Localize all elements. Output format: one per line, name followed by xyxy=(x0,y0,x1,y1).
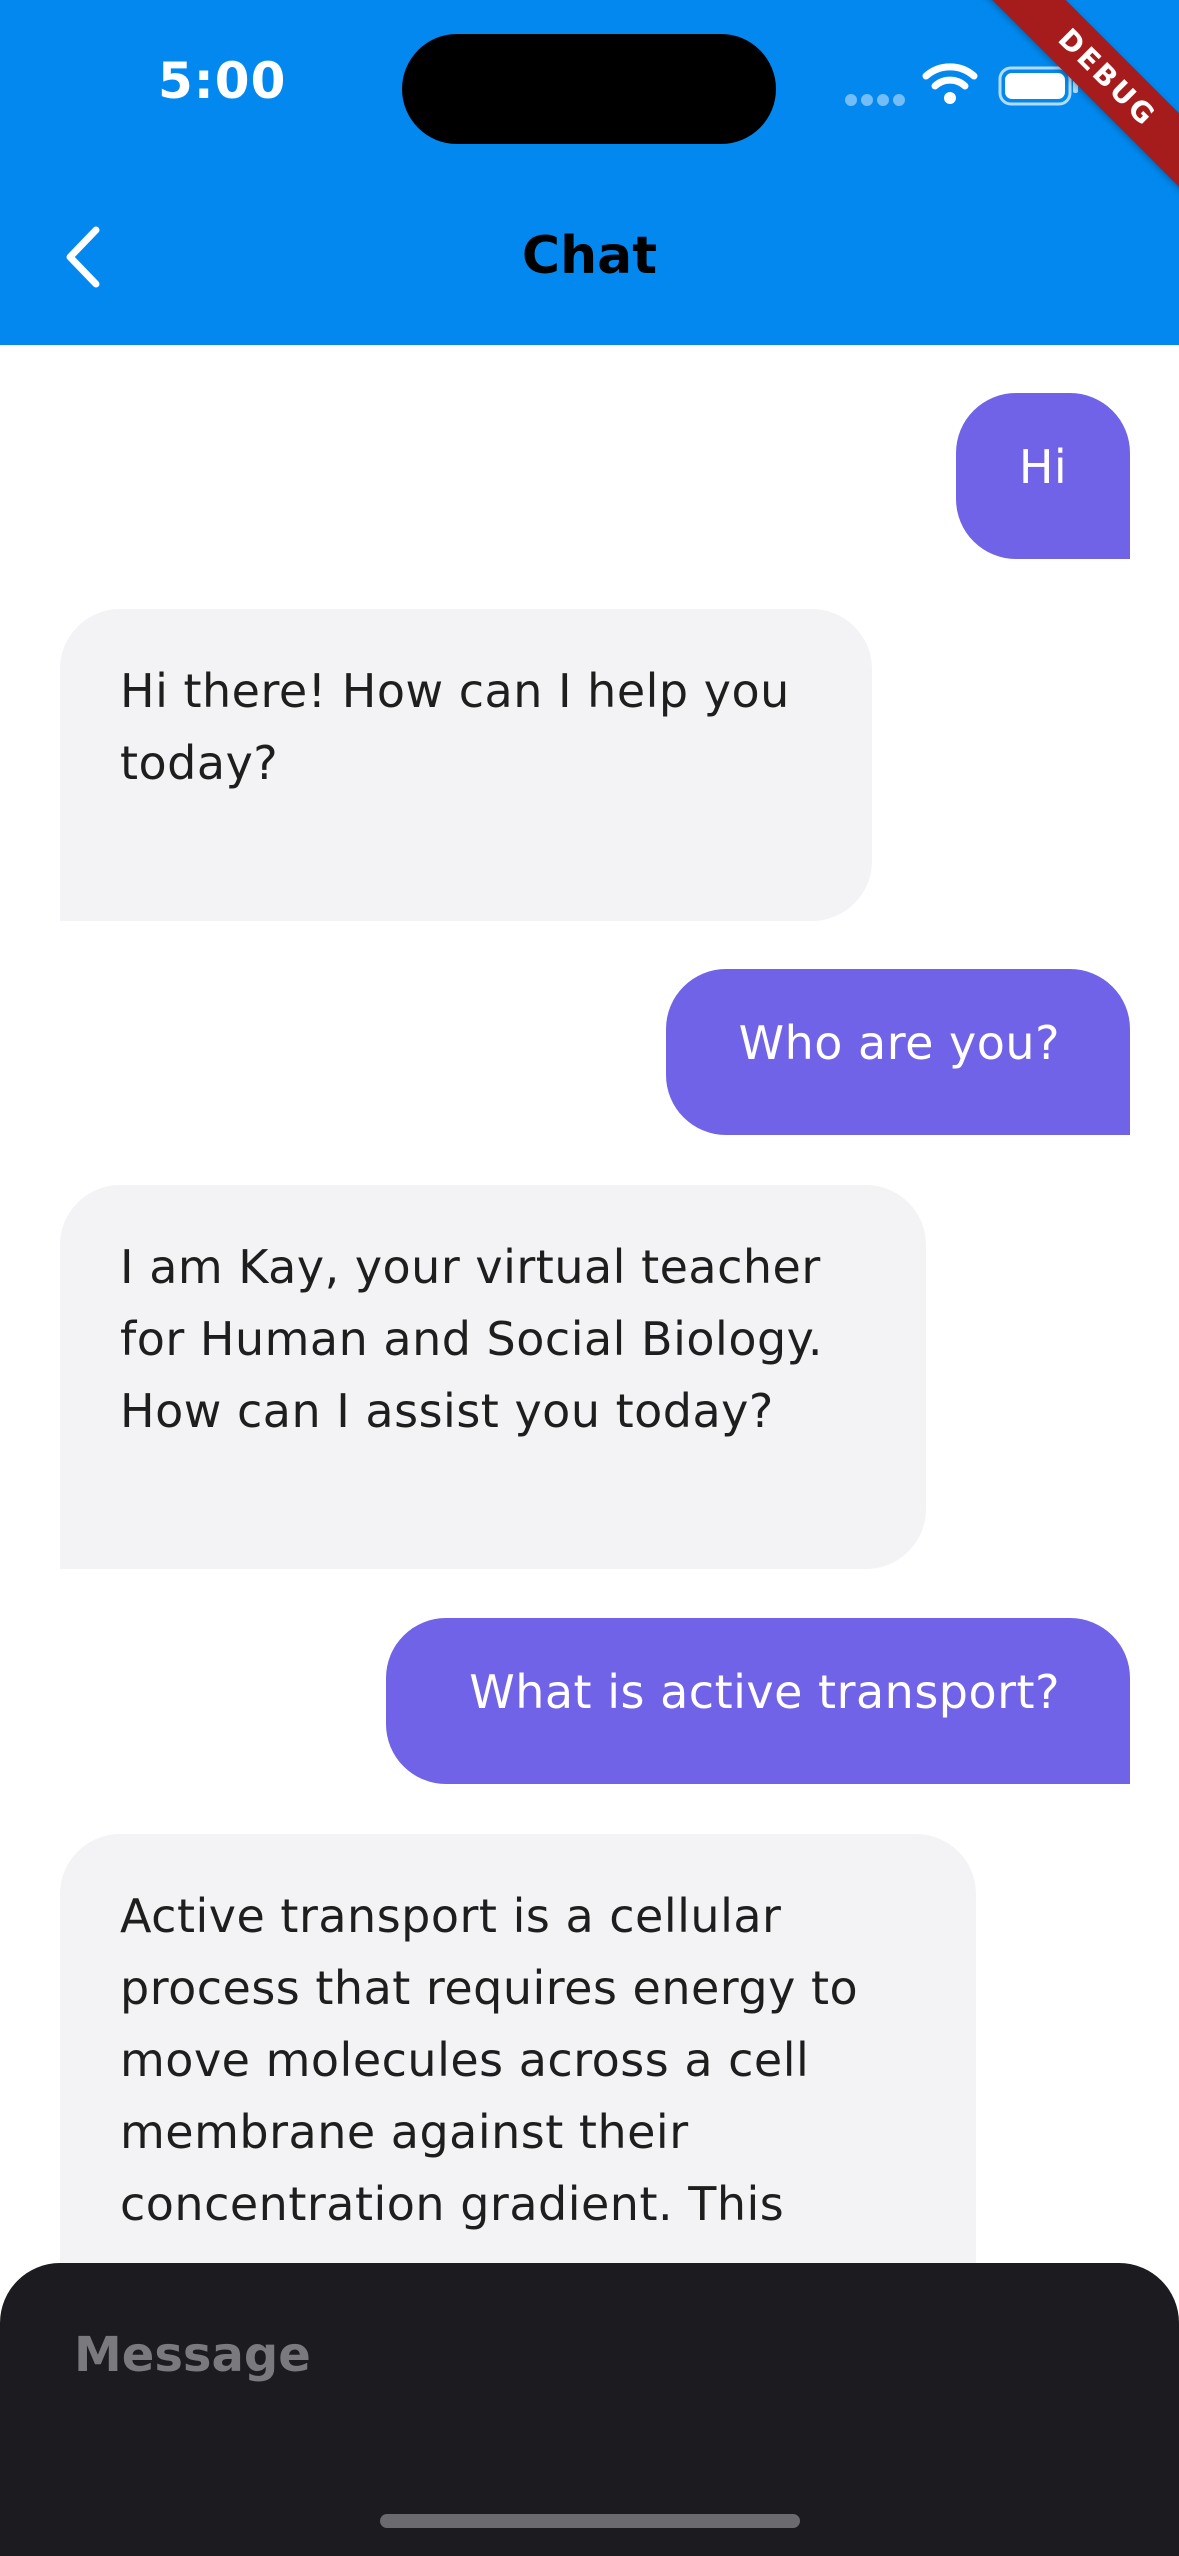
home-indicator xyxy=(380,2514,800,2528)
wifi-icon xyxy=(922,63,978,104)
dynamic-island xyxy=(402,34,776,144)
message-input[interactable]: Message xyxy=(74,2327,311,2383)
assistant-message-bubble: I am Kay, your virtual teacher for Human… xyxy=(60,1185,926,1569)
status-time: 5:00 xyxy=(158,52,287,110)
app-bar: 5:00 DEBUG Chat xyxy=(0,0,1179,345)
user-message-bubble: What is active transport? xyxy=(386,1618,1130,1784)
message-composer: Message xyxy=(0,2263,1179,2556)
page-title: Chat xyxy=(521,226,658,286)
assistant-message-bubble: Hi there! How can I help you today? xyxy=(60,609,872,921)
cellular-signal-icon xyxy=(845,94,905,106)
user-message-bubble: Hi xyxy=(956,393,1130,559)
user-message-bubble: Who are you? xyxy=(666,969,1130,1135)
